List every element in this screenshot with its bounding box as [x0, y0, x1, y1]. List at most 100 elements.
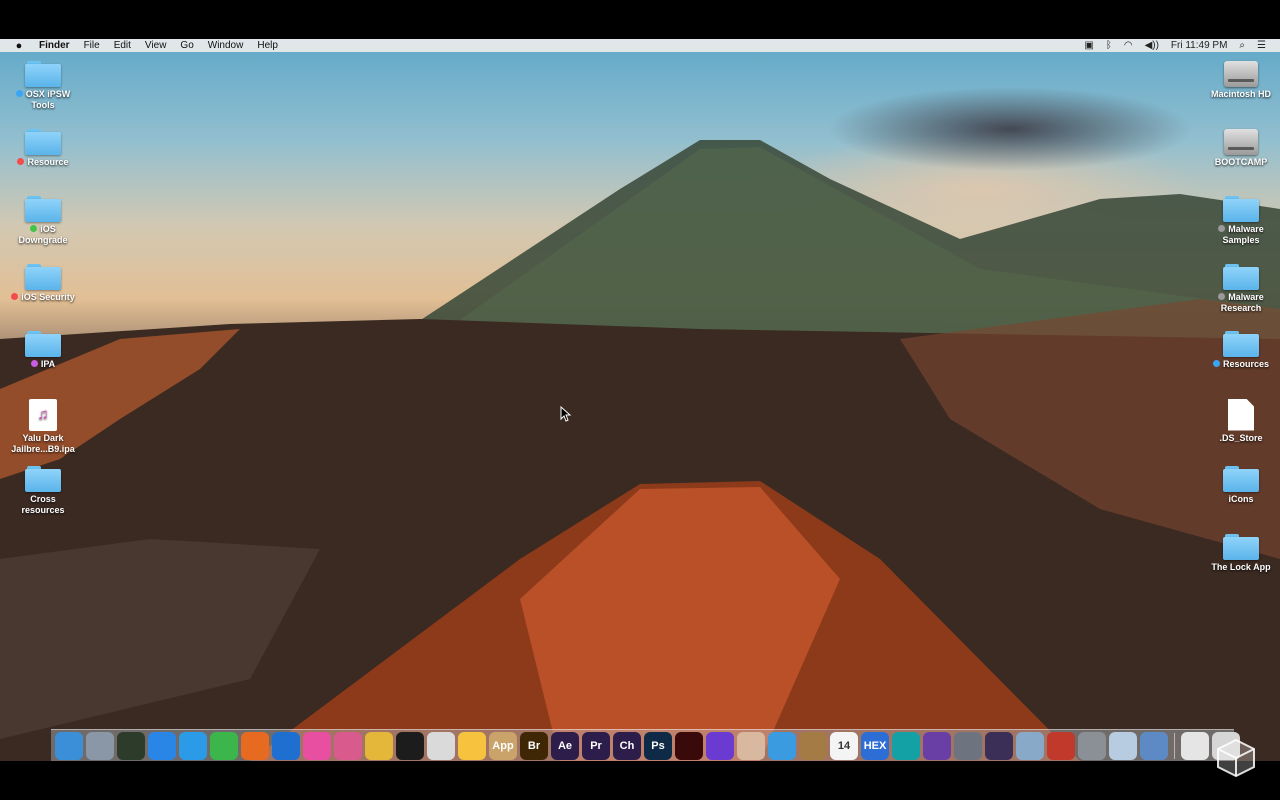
preview-images-icon[interactable] — [1109, 731, 1137, 760]
photoshop-icon[interactable]: Ps — [644, 731, 672, 760]
menu-window[interactable]: Window — [208, 40, 244, 51]
folder-icon — [1223, 331, 1259, 357]
menu-go[interactable]: Go — [180, 40, 193, 51]
desktop-item[interactable]: OSX iPSW Tools — [3, 61, 83, 111]
calendar-icon[interactable]: 14 — [830, 731, 858, 760]
sketch-icon[interactable] — [458, 731, 486, 760]
screen-record-icon[interactable]: ▣ — [1084, 40, 1093, 51]
color-tag-icon — [30, 360, 38, 367]
color-tag-icon — [1218, 225, 1226, 232]
menu-help[interactable]: Help — [257, 40, 278, 51]
apple-icon[interactable]: ● — [13, 40, 25, 52]
archive-utility-icon[interactable] — [427, 731, 455, 760]
character-animator-icon[interactable]: Ch — [613, 731, 641, 760]
desktop-item-label: Resource — [3, 157, 83, 168]
chrome-icon[interactable] — [365, 731, 393, 760]
system-preferences-icon[interactable] — [1078, 731, 1106, 760]
volume-icon[interactable]: ◀)) — [1145, 40, 1159, 51]
xcode-icon[interactable] — [768, 731, 796, 760]
folder-icon — [1223, 263, 1259, 290]
search-icon[interactable]: ⌕ — [1239, 40, 1245, 51]
bridge-icon[interactable]: Br — [520, 731, 548, 760]
desktop-item[interactable]: Malware Samples — [1201, 196, 1280, 246]
list-icon[interactable]: ☰ — [1257, 40, 1266, 51]
teamviewer-icon[interactable] — [272, 731, 300, 760]
bluetooth-icon[interactable]: ᛒ — [1106, 40, 1112, 51]
safari-icon[interactable] — [179, 731, 207, 760]
firefox-icon[interactable] — [241, 731, 269, 760]
terminal-icon[interactable] — [396, 731, 424, 760]
folder-icon — [1223, 196, 1259, 222]
app-store-icon[interactable] — [148, 731, 176, 760]
portrait-app-icon[interactable] — [737, 731, 765, 760]
arduino-icon[interactable] — [892, 731, 920, 760]
acrobat-icon[interactable] — [675, 731, 703, 760]
downloads-stack-icon[interactable] — [1181, 731, 1209, 760]
facetime-icon[interactable] — [210, 731, 238, 760]
folder-icon — [25, 128, 61, 155]
desktop-item[interactable]: BOOTCAMP — [1201, 128, 1280, 168]
desktop-item[interactable]: Resource — [3, 128, 83, 168]
menu-file[interactable]: File — [84, 40, 100, 51]
wifi-icon[interactable]: ◠ — [1124, 40, 1133, 51]
desktop-item[interactable]: iCons — [1201, 466, 1280, 505]
color-tag-icon — [15, 90, 23, 97]
launchpad-icon[interactable] — [86, 731, 114, 760]
movie-maker-icon[interactable] — [1140, 731, 1168, 760]
desktop-item-label: Yalu Dark — [22, 432, 64, 443]
menu-edit[interactable]: Edit — [114, 40, 131, 51]
desktop-item[interactable]: iOS Downgrade — [3, 196, 83, 246]
trash-icon[interactable] — [1212, 731, 1240, 760]
ibooks-icon[interactable] — [334, 731, 362, 760]
hex-fiend-icon[interactable]: HEX — [861, 731, 889, 760]
color-tag-icon — [17, 157, 25, 165]
desktop-item[interactable]: IPA — [3, 331, 83, 370]
notebook-icon[interactable] — [799, 731, 827, 760]
clock[interactable]: Fri 11:49 PM — [1171, 40, 1228, 51]
desktop-item-label-line2: Samples — [1222, 235, 1260, 245]
menu-view[interactable]: View — [145, 40, 167, 51]
desktop-item-label-line2: Research — [1220, 302, 1262, 313]
desktop-item-label: Macintosh HD — [1210, 89, 1271, 99]
itunes-icon[interactable] — [303, 731, 331, 760]
hard-disk-icon — [1224, 128, 1258, 155]
desktop-item[interactable]: Macintosh HD — [1201, 61, 1280, 100]
folder-icon — [25, 263, 61, 290]
desktop-item-label: BOOTCAMP — [1214, 156, 1268, 167]
imovie-icon[interactable] — [706, 731, 734, 760]
app-tool-icon[interactable]: App — [489, 731, 517, 760]
desktop-item-label: iCons — [1228, 494, 1254, 504]
desktop-item[interactable]: Cross resources — [3, 466, 83, 516]
finder-icon[interactable] — [55, 731, 83, 760]
desktop-item[interactable]: ♫ Yalu Dark Jailbre...B9.ipa — [3, 398, 83, 455]
color-tag-icon — [30, 225, 38, 232]
desktop-item-label: .DS_Store — [1219, 432, 1263, 443]
desktop-item-label-line2: Tools — [31, 100, 55, 110]
folder-icon — [1223, 466, 1259, 492]
premiere-icon[interactable]: Pr — [582, 731, 610, 760]
folder-icon — [25, 61, 61, 87]
desktop-item-label: Cross — [30, 494, 56, 504]
desktop-item[interactable]: Malware Research — [1201, 263, 1280, 314]
photo-booth-icon[interactable] — [1047, 731, 1075, 760]
desktop-item[interactable]: .DS_Store — [1201, 398, 1280, 444]
wizard-icon[interactable] — [985, 731, 1013, 760]
desktop-item-label: OSX iPSW — [3, 89, 83, 100]
desktop-item[interactable]: Resources — [1201, 331, 1280, 370]
after-effects-icon[interactable]: Ae — [551, 731, 579, 760]
folder-icon — [25, 331, 61, 357]
menu-finder[interactable]: Finder — [39, 40, 70, 51]
folder-icon — [25, 196, 61, 222]
desktop-wallpaper — [0, 39, 1280, 761]
volcano-landscape — [0, 140, 1280, 761]
desktop-item-label-line2: Jailbre...B9.ipa — [11, 443, 75, 454]
github-icon[interactable] — [923, 731, 951, 760]
desktop-item[interactable]: The Lock App — [1201, 533, 1280, 573]
preview-icon[interactable] — [1016, 731, 1044, 760]
desktop-item-label-line2: Downgrade — [18, 235, 68, 245]
utility-icon[interactable] — [954, 731, 982, 760]
desktop-item-label: Malware — [1201, 292, 1280, 303]
desktop-item[interactable]: iOS Security — [3, 263, 83, 303]
color-tag-icon — [1218, 292, 1226, 300]
mission-control-icon[interactable] — [117, 731, 145, 760]
